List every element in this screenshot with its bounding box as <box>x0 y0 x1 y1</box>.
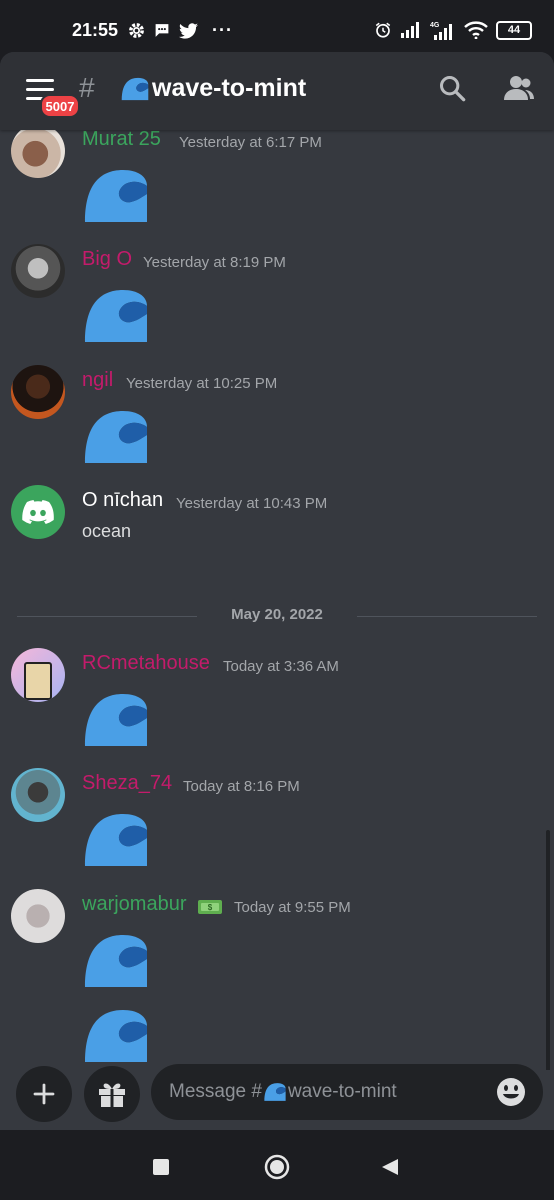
message-input-placeholder: Message # wave-to-mint <box>169 1081 397 1103</box>
add-attachment-button[interactable] <box>16 1066 72 1122</box>
wave-emoji-icon <box>264 1083 286 1101</box>
twitter-icon <box>179 22 198 39</box>
more-notifications-icon: ··· <box>212 20 233 40</box>
battery-indicator: 44 <box>496 20 532 40</box>
wifi-icon <box>464 21 488 39</box>
scrollbar[interactable] <box>546 830 550 1070</box>
message-input[interactable]: Message # wave-to-mint <box>151 1064 543 1120</box>
chat-window: 5007 # wave-to-mint Murat 25 Yesterday a… <box>0 52 554 1200</box>
smiley-icon <box>497 1078 525 1106</box>
message-icon <box>155 24 169 37</box>
plus-icon <box>33 1083 55 1105</box>
gift-button[interactable] <box>84 1066 140 1122</box>
menu-badge: 5007 <box>40 94 80 118</box>
alarm-icon <box>375 22 391 38</box>
message-author[interactable]: Murat 25 <box>82 130 161 151</box>
date-divider: May 20, 2022 <box>17 606 537 626</box>
message-timestamp: Yesterday at 10:43 PM <box>176 495 328 512</box>
gear-icon <box>129 23 144 38</box>
avatar-sheza-74[interactable] <box>11 768 65 822</box>
avatar-warjomabur[interactable] <box>11 889 65 943</box>
wave-emoji-icon <box>85 935 147 987</box>
message-timestamp: Today at 8:16 PM <box>183 778 300 795</box>
message-author[interactable]: O nīchan <box>82 489 163 512</box>
members-icon <box>504 76 534 100</box>
svg-text:4G: 4G <box>430 22 440 29</box>
message-author[interactable]: Sheza_74 <box>82 772 172 795</box>
recent-apps-icon[interactable] <box>152 1158 170 1176</box>
message-text: ocean <box>82 521 132 541</box>
emoji-picker-button[interactable] <box>495 1076 527 1113</box>
discord-logo-icon <box>22 500 54 524</box>
members-button[interactable] <box>503 74 535 107</box>
wave-emoji-icon <box>85 814 147 866</box>
message-composer: Message # wave-to-mint <box>0 1064 554 1124</box>
date-divider-label: May 20, 2022 <box>231 606 323 623</box>
avatar-ngil[interactable] <box>11 365 65 419</box>
money-emoji-icon: $ <box>198 900 222 914</box>
channel-header: 5007 # wave-to-mint <box>0 52 554 130</box>
search-button[interactable] <box>438 74 466 107</box>
message-timestamp: Today at 9:55 PM <box>234 899 351 916</box>
hash-icon: # <box>79 72 95 103</box>
wave-emoji-icon <box>85 1010 147 1062</box>
channel-name: wave-to-mint <box>152 74 307 102</box>
avatar-o-nichan[interactable] <box>11 485 65 539</box>
message-author[interactable]: ngil <box>82 369 113 392</box>
back-icon[interactable] <box>380 1157 400 1177</box>
wave-emoji-icon <box>85 694 147 746</box>
message-timestamp: Yesterday at 6:17 PM <box>179 134 322 151</box>
message-list[interactable]: Murat 25 Yesterday at 6:17 PM Big O Yest… <box>0 130 554 1070</box>
avatar-big-o[interactable] <box>11 244 65 298</box>
avatar-rcmetahouse[interactable] <box>11 648 65 702</box>
signal-icon <box>401 22 419 38</box>
placeholder-channel: wave-to-mint <box>287 1081 397 1102</box>
signal-4g-icon: 4G <box>430 22 452 40</box>
wave-emoji-icon <box>85 290 147 342</box>
home-icon[interactable] <box>263 1153 291 1181</box>
message-timestamp: Today at 3:36 AM <box>223 658 339 675</box>
channel-title[interactable]: wave-to-mint <box>120 74 306 103</box>
message-author[interactable]: RCmetahouse <box>82 652 210 675</box>
avatar-murat-25[interactable] <box>11 130 65 178</box>
wave-emoji-icon <box>85 170 147 222</box>
search-icon <box>439 75 466 102</box>
message-author[interactable]: warjomabur <box>82 893 186 916</box>
message-timestamp: Yesterday at 8:19 PM <box>143 254 286 271</box>
message-timestamp: Yesterday at 10:25 PM <box>126 375 278 392</box>
wave-emoji-icon <box>121 77 149 100</box>
gift-icon <box>99 1083 125 1107</box>
wave-emoji-icon <box>85 411 147 463</box>
message-author[interactable]: Big O <box>82 248 132 271</box>
system-nav-bar <box>0 1130 554 1200</box>
placeholder-prefix: Message # <box>169 1081 262 1102</box>
status-time: 21:55 <box>72 20 119 40</box>
svg-text:$: $ <box>208 903 213 912</box>
